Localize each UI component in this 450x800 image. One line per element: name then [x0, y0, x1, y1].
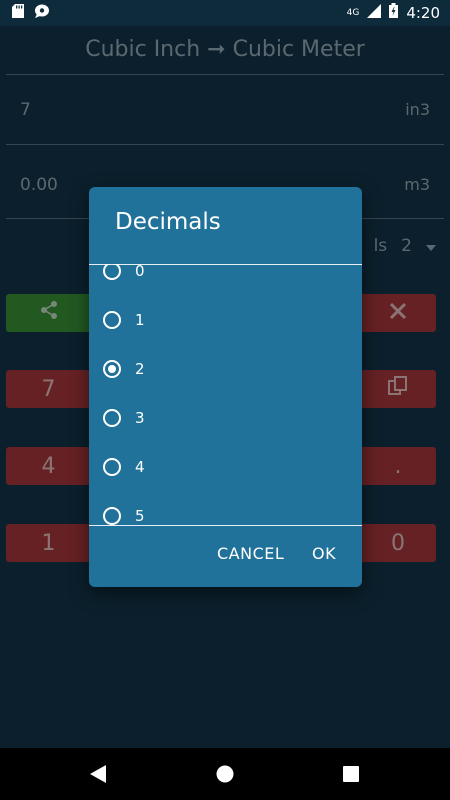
option-3[interactable]: 3	[89, 393, 362, 442]
signal-icon	[367, 3, 382, 22]
radio-button[interactable]	[103, 310, 121, 329]
clock: 4:20	[406, 3, 440, 22]
radio-button[interactable]	[103, 457, 121, 476]
option-label: 1	[135, 310, 145, 329]
radio-button[interactable]	[103, 408, 121, 427]
option-label: 5	[135, 506, 145, 525]
option-0[interactable]: 0	[89, 264, 362, 295]
home-icon[interactable]	[216, 765, 234, 787]
radio-button[interactable]	[103, 506, 121, 525]
sd-card-icon	[12, 4, 24, 22]
recents-icon[interactable]	[343, 766, 359, 786]
ok-button[interactable]: OK	[312, 544, 336, 563]
dialog-bottom-divider	[89, 525, 362, 526]
battery-icon	[389, 3, 399, 22]
option-4[interactable]: 4	[89, 442, 362, 491]
option-label: 2	[135, 359, 145, 378]
option-label: 4	[135, 457, 145, 476]
back-icon[interactable]	[90, 765, 106, 787]
option-label: 0	[135, 264, 145, 280]
decimals-dialog: Decimals 0 1 2 3 4 5 CANCEL OK	[89, 187, 362, 587]
option-label: 3	[135, 408, 145, 427]
option-5[interactable]: 5	[89, 491, 362, 525]
option-1[interactable]: 1	[89, 295, 362, 344]
decimals-option-list[interactable]: 0 1 2 3 4 5	[89, 264, 362, 525]
chat-icon	[34, 4, 50, 22]
dialog-title: Decimals	[115, 209, 221, 235]
status-bar: 4G 4:20	[0, 0, 450, 26]
radio-button-selected[interactable]	[103, 359, 121, 378]
network-type-label: 4G	[346, 7, 360, 18]
option-2[interactable]: 2	[89, 344, 362, 393]
cancel-button[interactable]: CANCEL	[217, 544, 284, 563]
navigation-bar	[0, 748, 450, 800]
radio-button[interactable]	[103, 264, 121, 280]
